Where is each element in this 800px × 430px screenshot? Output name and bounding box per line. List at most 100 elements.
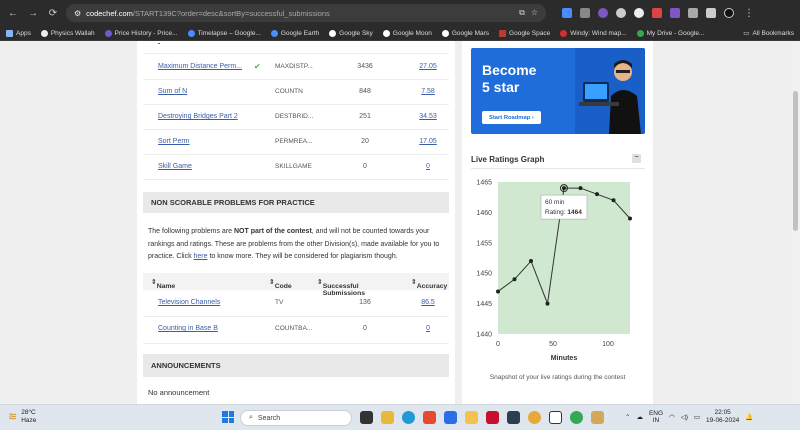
problem-name[interactable]: Skill Game (158, 163, 192, 170)
sort-accuracy-header[interactable]: ⇕ Accuracy (411, 278, 447, 290)
problem-name[interactable]: Sort Perm (158, 138, 190, 145)
problem-name[interactable]: Counting in Base B (158, 325, 218, 332)
extension-icon[interactable] (652, 8, 662, 18)
problem-name[interactable]: Maximum Distance Perm... (158, 63, 242, 70)
table-row[interactable]: Sum of N COUNTN 848 7.58 (143, 80, 449, 105)
bookmark-item[interactable]: Price History - Price... (104, 29, 178, 37)
minimize-button[interactable]: − (632, 154, 641, 163)
extension-icon[interactable] (616, 8, 626, 18)
file-explorer-icon[interactable] (381, 411, 394, 424)
problem-submissions: 20 (361, 138, 369, 145)
download-icon[interactable] (706, 8, 716, 18)
mcafee-icon[interactable] (486, 411, 499, 424)
table-row[interactable] (143, 41, 449, 54)
sort-submissions-header[interactable]: ⇕ Successful Submissions (317, 278, 365, 297)
extension-icon[interactable] (670, 8, 680, 18)
extension-icon[interactable] (562, 8, 572, 18)
table-row[interactable]: Counting in Base B COUNTBA... 0 0 (143, 317, 449, 344)
desc-text: The following problems are (148, 228, 234, 235)
bookmark-label: Physics Wallah (50, 29, 95, 37)
browser-toolbar: ← → ⟳ ⚙ codechef.com/START139C?order=des… (0, 0, 800, 26)
extension-icon[interactable] (598, 8, 608, 18)
back-icon[interactable]: ← (6, 6, 20, 20)
google-icon (329, 29, 337, 37)
reload-icon[interactable]: ⟳ (46, 6, 60, 20)
all-bookmarks[interactable]: ▭ All Bookmarks (743, 29, 794, 38)
open-in-app-icon[interactable]: ⧉ (519, 8, 525, 18)
physics-wallah-icon (40, 29, 48, 37)
bookmark-item[interactable]: Google Mars (441, 29, 489, 37)
taskbar-search[interactable]: ⌕ Search (240, 410, 352, 426)
onedrive-icon[interactable]: ☁ (636, 413, 643, 421)
clock[interactable]: 22:05 19-06-2024 (706, 409, 739, 425)
sort-code-header[interactable]: ⇕ Code (269, 278, 292, 290)
problem-name[interactable]: Television Channels (158, 299, 220, 306)
here-link[interactable]: here (194, 253, 208, 260)
problem-accuracy[interactable]: 0 (413, 325, 443, 332)
become-5-star-banner[interactable]: Become 5 star Start Roadmap › (471, 48, 645, 134)
table-row[interactable]: Destroying Bridges Part 2 DESTBRID... 25… (143, 105, 449, 130)
problem-accuracy[interactable]: 86.5 (413, 299, 443, 306)
office-icon[interactable] (423, 411, 436, 424)
extensions-puzzle-icon[interactable] (688, 8, 698, 18)
volume-icon[interactable]: ◁) (681, 413, 688, 421)
problem-accuracy[interactable]: 27.05 (413, 63, 443, 70)
problem-name[interactable]: Sum of N (158, 88, 187, 95)
app-icon[interactable] (507, 411, 520, 424)
problem-name[interactable] (158, 41, 160, 44)
sort-name-header[interactable]: ⇕ Name (151, 278, 175, 290)
address-bar[interactable]: ⚙ codechef.com/START139C?order=desc&sort… (66, 4, 546, 22)
problem-accuracy[interactable]: 17.05 (413, 138, 443, 145)
problem-accuracy[interactable]: 0 (413, 163, 443, 170)
page-scrollbar[interactable] (791, 41, 800, 404)
windows-start-icon[interactable] (222, 411, 234, 423)
problem-accuracy[interactable]: 34.53 (413, 113, 443, 120)
table-row[interactable]: Skill Game SKILLGAME 0 0 (143, 155, 449, 180)
site-info-icon[interactable]: ⚙ (74, 9, 81, 18)
wifi-icon[interactable]: ◠ (669, 413, 675, 421)
extension-icon[interactable] (580, 8, 590, 18)
bookmark-item[interactable]: Google Moon (382, 29, 432, 37)
scrollbar-thumb[interactable] (793, 91, 798, 231)
bookmark-item[interactable]: Timelapse – Google... (187, 29, 261, 37)
bookmark-item[interactable]: Apps (6, 29, 31, 37)
bookmark-item[interactable]: Physics Wallah (40, 29, 95, 37)
store-icon[interactable] (444, 411, 457, 424)
bookmark-item[interactable]: Google Earth (270, 29, 320, 37)
taskbar: ≋ 28°C Haze ⌕ Search ⌃ ☁ ENG IN ◠ ◁) ▭ 22:… (0, 404, 800, 430)
weather-widget[interactable]: ≋ 28°C Haze (8, 409, 36, 425)
notification-icon[interactable]: 🔔 (745, 413, 753, 421)
problem-name[interactable]: Destroying Bridges Part 2 (158, 113, 238, 120)
notion-icon[interactable] (549, 411, 562, 424)
start-roadmap-button[interactable]: Start Roadmap › (482, 111, 541, 124)
table-row[interactable]: Television Channels TV 136 86.5 (143, 291, 449, 317)
problem-code: MAXDISTP... (275, 63, 313, 70)
folder-icon[interactable] (465, 411, 478, 424)
edge-icon[interactable] (402, 411, 415, 424)
problem-accuracy[interactable]: 7.58 (413, 88, 443, 95)
bookmark-item[interactable]: My Drive - Google... (636, 29, 704, 37)
search-icon: ⌕ (249, 414, 253, 421)
chevron-up-icon[interactable]: ⌃ (625, 413, 630, 421)
bookmark-item[interactable]: Google Sky (329, 29, 373, 37)
table-row[interactable]: Sort Perm PERMREA... 20 17.05 (143, 130, 449, 155)
bookmark-item[interactable]: Google Space (499, 29, 550, 37)
bookmark-label: Google Earth (280, 29, 320, 37)
price-history-icon (104, 29, 112, 37)
y-tick-label: 1440 (476, 332, 492, 339)
chrome-icon[interactable] (528, 411, 541, 424)
extension-icon[interactable] (634, 8, 644, 18)
table-row[interactable]: Maximum Distance Perm... ✔ MAXDISTP... 3… (143, 55, 449, 80)
task-view-icon[interactable] (360, 411, 373, 424)
bookmark-star-icon[interactable]: ☆ (531, 8, 538, 18)
bookmark-item[interactable]: Windy: Wind map... (560, 29, 627, 37)
rating-point (529, 259, 533, 264)
language-indicator[interactable]: ENG IN (649, 410, 663, 424)
app-icon[interactable] (591, 411, 604, 424)
profile-avatar[interactable] (724, 8, 734, 18)
menu-icon[interactable]: ⋮ (742, 6, 756, 20)
forward-icon[interactable]: → (26, 6, 40, 20)
battery-icon[interactable]: ▭ (694, 413, 700, 421)
chrome-active-icon[interactable] (570, 411, 583, 424)
rating-point (545, 301, 550, 306)
